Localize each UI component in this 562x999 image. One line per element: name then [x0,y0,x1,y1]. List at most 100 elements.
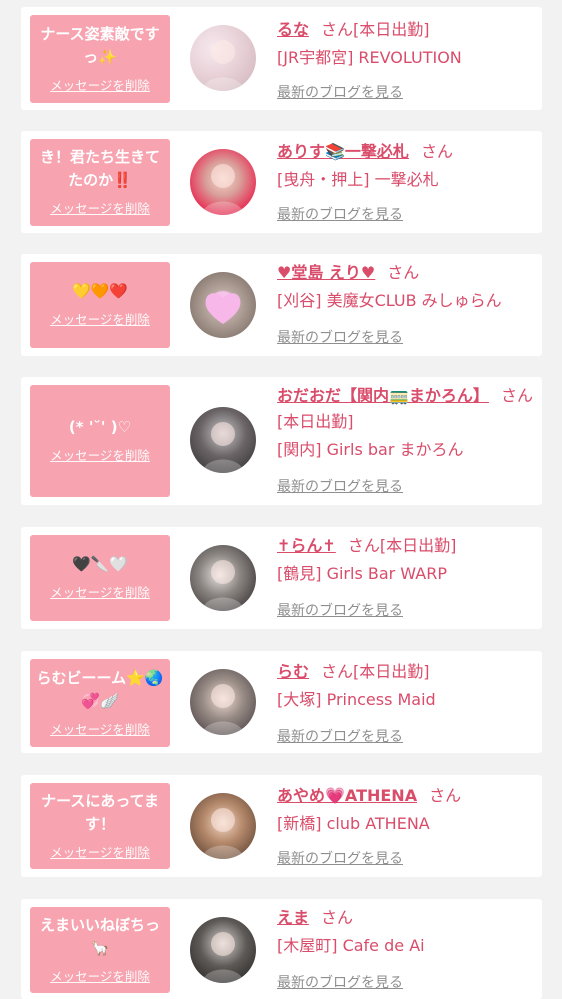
message-text: 💛🧡❤️ [71,282,129,300]
avatar[interactable] [190,272,256,338]
user-info: ✝らん✝ さん[本日出勤] [鶴見] Girls Bar WARP 最新のブログを見る [277,533,539,629]
user-info: えま さん [木屋町] Cafe de Ai 最新のブログを見る [277,905,539,999]
user-name-link[interactable]: ありす📚一撃必札 [277,142,409,161]
delete-message-link[interactable]: メッセージを削除 [50,198,150,217]
latest-blog-link[interactable]: 最新のブログを見る [277,848,403,868]
name-line: ♥堂島 えり♥ さん [277,260,539,286]
honorific-text: さん [321,908,354,927]
name-line: ありす📚一撃必札 さん [277,139,539,165]
delete-message-link[interactable]: メッセージを削除 [50,309,150,328]
honorific-text: さん [429,786,462,805]
shop-name: [鶴見] Girls Bar WARP [277,564,447,583]
message-text: らむビーーム⭐🌏💞🪽 [36,668,164,710]
shop-name: [曳舟・押上] 一撃必札 [277,170,439,189]
attendance-status: [本日出勤] [353,662,430,681]
attendance-status: [本日出勤] [379,536,457,555]
shop-name: [木屋町] Cafe de Ai [277,936,425,955]
latest-blog-link[interactable]: 最新のブログを見る [277,82,403,102]
user-photo-icon [190,669,256,735]
follower-card: ナースにあってます！ メッセージを削除 あやめ💗ATHENA さん [新橋] club … [21,775,542,877]
user-info: るな さん[本日出勤] [JR宇都宮] REVOLUTION 最新のブログを見る [277,17,539,110]
latest-blog-link[interactable]: 最新のブログを見る [277,600,403,620]
message-text: えまいいねぼちっ🦙 [39,915,160,957]
latest-blog-link[interactable]: 最新のブログを見る [277,476,403,496]
message-bubble: ナースにあってます！ メッセージを削除 [30,783,170,869]
delete-message-link[interactable]: メッセージを削除 [50,966,150,985]
follower-card: (* '˘' )♡ メッセージを削除 おだおだ【関内🚃まかろん】 さん [本日出勤] [関… [21,377,542,505]
name-line: ✝らん✝ さん[本日出勤] [277,533,539,559]
message-bubble: えまいいねぼちっ🦙 メッセージを削除 [30,907,170,993]
user-photo-icon [190,149,256,215]
user-name-link[interactable]: あやめ💗ATHENA [277,786,417,805]
heart-mask-photo-icon [190,272,256,338]
user-info: らむ さん[本日出勤] [大塚] Princess Maid 最新のブログを見る [277,659,539,753]
avatar[interactable] [190,545,256,611]
honorific-text: さん [500,386,533,405]
message-bubble: (* '˘' )♡ メッセージを削除 [30,385,170,497]
message-text: 🖤🔪🤍 [71,555,129,573]
user-name-link[interactable]: ✝らん✝ [277,536,336,555]
user-name-link[interactable]: るな [277,20,309,39]
user-name-link[interactable]: おだおだ【関内🚃まかろん】 [277,386,489,405]
follower-card: 🖤🔪🤍 メッセージを削除 ✝らん✝ さん[本日出勤] [鶴見] Girls Bar WA… [21,527,542,629]
message-bubble: ナース姿素敵ですっ✨ メッセージを削除 [30,15,170,103]
shop-name: [大塚] Princess Maid [277,690,436,709]
message-text: ナースにあってます！ [41,791,159,833]
message-bubble: 🖤🔪🤍 メッセージを削除 [30,535,170,621]
message-bubble: き！君たち生きてたのか‼️ メッセージを削除 [30,139,170,226]
delete-message-link[interactable]: メッセージを削除 [50,445,150,464]
user-photo-icon [190,545,256,611]
user-name-link[interactable]: らむ [277,662,309,681]
follower-card: き！君たち生きてたのか‼️ メッセージを削除 ありす📚一撃必札 さん [曳舟・押上] 一… [21,131,542,233]
honorific-text: さん [420,142,453,161]
honorific-text: さん [387,263,420,282]
follower-card: らむビーーム⭐🌏💞🪽 メッセージを削除 らむ さん[本日出勤] [大塚] Princes… [21,651,542,753]
name-line: えま さん [277,905,539,931]
user-info: ありす📚一撃必札 さん [曳舟・押上] 一撃必札 最新のブログを見る [277,139,539,233]
delete-message-link[interactable]: メッセージを削除 [50,719,150,738]
follower-card: えまいいねぼちっ🦙 メッセージを削除 えま さん [木屋町] Cafe de Ai 最新の… [21,899,542,999]
avatar[interactable] [190,407,256,473]
user-photo-icon [190,407,256,473]
message-text: き！君たち生きてたのか‼️ [39,148,160,189]
honorific-text: さん [321,20,354,39]
avatar[interactable] [190,25,256,91]
follower-message-list: ナース姿素敵ですっ✨ メッセージを削除 るな さん[本日出勤] [JR宇都宮] REVO… [0,0,562,999]
name-line: あやめ💗ATHENA さん [277,783,539,809]
follower-card: 💛🧡❤️ メッセージを削除 ♥堂島 えり♥ さん [刈谷] 美魔女CLUB みしゅらん最… [21,254,542,356]
honorific-text: さん [347,536,380,555]
latest-blog-link[interactable]: 最新のブログを見る [277,204,403,224]
delete-message-link[interactable]: メッセージを削除 [50,582,150,601]
user-info: あやめ💗ATHENA さん [新橋] club ATHENA 最新のブログを見る [277,783,539,877]
message-bubble: らむビーーム⭐🌏💞🪽 メッセージを削除 [30,659,170,747]
avatar[interactable] [190,793,256,859]
user-name-link[interactable]: ♥堂島 えり♥ [277,263,375,282]
user-photo-icon [190,25,256,91]
message-bubble: 💛🧡❤️ メッセージを削除 [30,262,170,348]
user-info: おだおだ【関内🚃まかろん】 さん [本日出勤] [関内] Girls bar まかろん… [277,383,539,505]
avatar[interactable] [190,149,256,215]
shop-name: [刈谷] 美魔女CLUB みしゅらん [277,291,502,310]
message-text: ナース姿素敵ですっ✨ [40,24,160,66]
avatar[interactable] [190,669,256,735]
user-name-link[interactable]: えま [277,908,309,927]
name-line: おだおだ【関内🚃まかろん】 さん [本日出勤] [277,383,539,435]
name-line: るな さん[本日出勤] [277,17,539,43]
latest-blog-link[interactable]: 最新のブログを見る [277,726,403,746]
delete-message-link[interactable]: メッセージを削除 [50,842,150,861]
user-photo-icon [190,917,256,983]
attendance-status: [本日出勤] [353,20,430,39]
shop-name: [関内] Girls bar まかろん [277,440,464,459]
name-line: らむ さん[本日出勤] [277,659,539,685]
shop-name: [JR宇都宮] REVOLUTION [277,48,462,67]
user-info: ♥堂島 えり♥ さん [刈谷] 美魔女CLUB みしゅらん 最新のブログを見る [277,260,539,356]
attendance-status: [本日出勤] [277,412,354,431]
follower-card: ナース姿素敵ですっ✨ メッセージを削除 るな さん[本日出勤] [JR宇都宮] REVO… [21,7,542,110]
shop-name: [新橋] club ATHENA [277,814,430,833]
latest-blog-link[interactable]: 最新のブログを見る [277,327,403,347]
latest-blog-link[interactable]: 最新のブログを見る [277,972,403,992]
avatar[interactable] [190,917,256,983]
honorific-text: さん [321,662,354,681]
delete-message-link[interactable]: メッセージを削除 [50,75,150,94]
user-photo-icon [190,793,256,859]
